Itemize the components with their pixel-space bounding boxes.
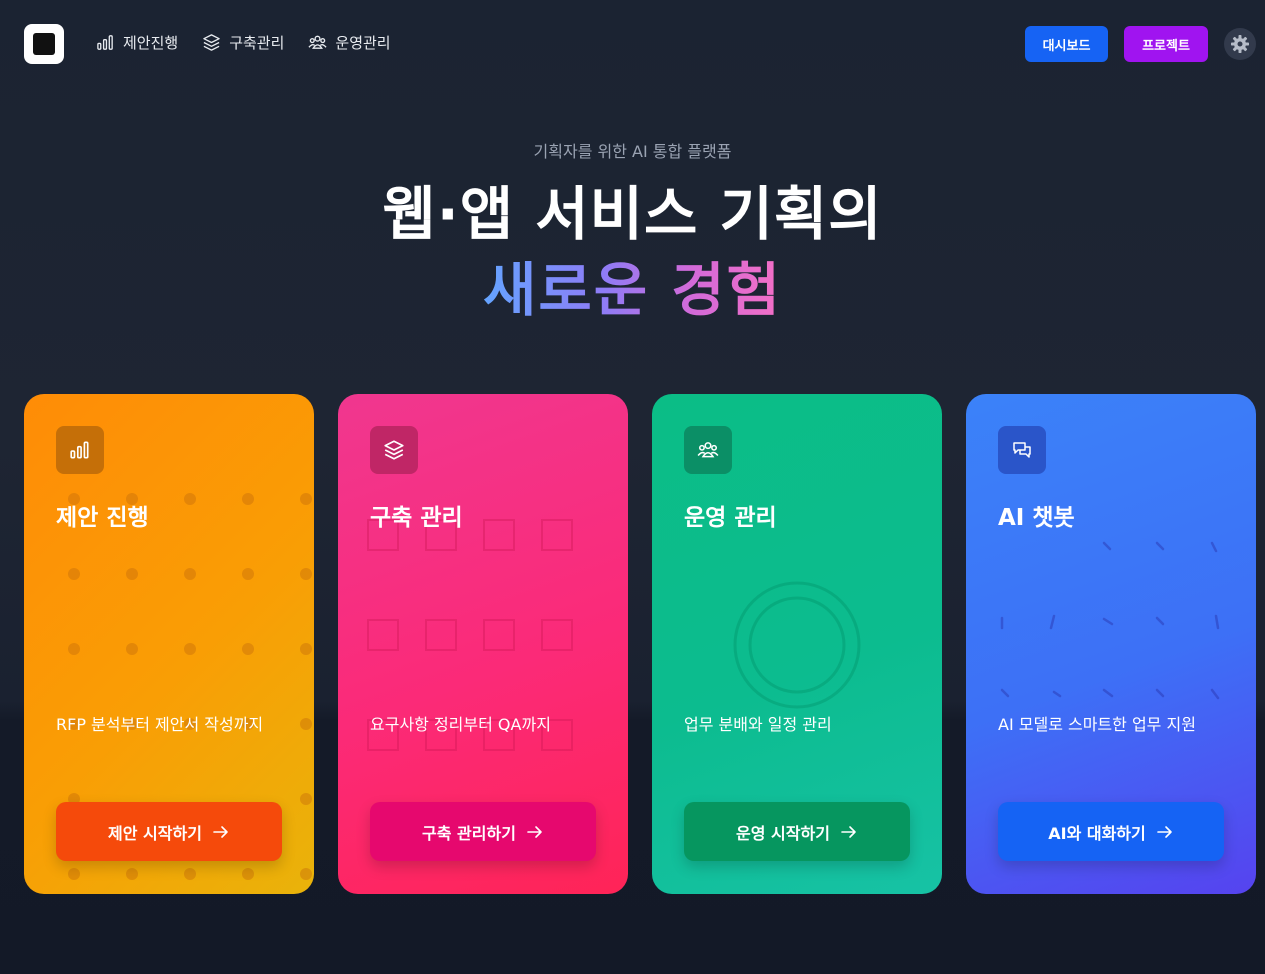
users-icon [308,35,327,49]
start-proposal-button[interactable]: 제안 시작하기 [56,802,282,861]
card-build[interactable]: 구축 관리 요구사항 정리부터 QA까지 구축 관리하기 [338,394,628,894]
project-button[interactable]: 프로젝트 [1124,26,1208,62]
nav-item-proposal[interactable]: 제안진행 [96,32,178,53]
card-description: RFP 분석부터 제안서 작성까지 [56,715,264,734]
nav-label: 제안진행 [123,34,179,52]
card-description: 업무 분배와 일정 관리 [684,715,832,734]
app-logo[interactable] [24,24,64,64]
card-ai-chatbot[interactable]: AI 챗봇 AI 모델로 스마트한 업무 지원 AI와 대화하기 [966,394,1256,894]
card-description: AI 모델로 스마트한 업무 지원 [998,715,1196,734]
start-ai-chat-button[interactable]: AI와 대화하기 [998,802,1224,861]
main-nav: 제안진행 구축관리 운영관리 [96,32,391,53]
layers-icon [203,34,220,51]
arrow-right-icon [841,825,856,838]
card-title: 제안 진행 [56,505,149,531]
dashboard-button[interactable]: 대시보드 [1025,26,1108,62]
button-label: 구축 관리하기 [422,823,516,843]
top-header: 제안진행 구축관리 운영관리 대시보드 프로젝트 [0,0,1265,88]
start-operations-button[interactable]: 운영 시작하기 [684,802,910,861]
hero-eyebrow: 기획자를 위한 AI 통합 플랫폼 [533,142,732,161]
hero-highlight-text: 새로운 경험 [483,256,782,324]
manage-build-button[interactable]: 구축 관리하기 [370,802,596,861]
layers-icon [384,440,404,460]
chat-icon [1013,442,1031,458]
button-label: 운영 시작하기 [736,823,830,843]
gear-icon [1231,35,1249,53]
nav-label: 운영관리 [335,34,391,52]
button-label: AI와 대화하기 [1048,823,1146,843]
arrow-right-icon [527,825,542,838]
nav-label: 구축관리 [229,34,285,52]
nav-item-build[interactable]: 구축관리 [202,32,284,53]
card-title: AI 챗봇 [998,505,1075,531]
card-icon-box [370,426,418,474]
hero-headline: 웹·앱 서비스 기획의 [382,180,883,248]
hero-headline-highlight: 새로운 경험 [0,254,1265,326]
card-icon-box [684,426,732,474]
settings-button[interactable] [1224,28,1256,60]
card-description: 요구사항 정리부터 QA까지 [370,715,551,734]
card-icon-box [56,426,104,474]
users-icon [697,442,719,458]
card-operations[interactable]: 운영 관리 업무 분배와 일정 관리 운영 시작하기 [652,394,942,894]
arrow-right-icon [213,825,228,838]
bar-chart-icon [70,441,89,459]
arrow-right-icon [1156,825,1172,838]
card-icon-box [998,426,1046,474]
card-title: 운영 관리 [684,505,777,531]
nav-item-operate[interactable]: 운영관리 [308,32,391,53]
card-title: 구축 관리 [370,505,463,531]
button-label: 제안 시작하기 [108,823,202,843]
bar-chart-icon [97,35,113,50]
card-proposal[interactable]: 제안 진행 RFP 분석부터 제안서 작성까지 제안 시작하기 [24,394,314,894]
